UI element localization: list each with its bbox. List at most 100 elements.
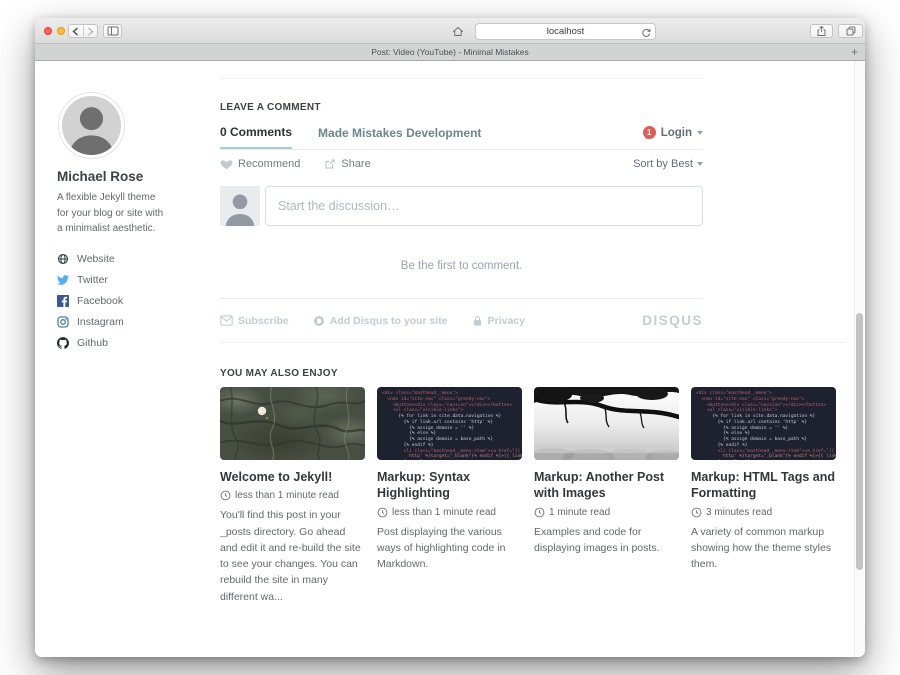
lock-icon xyxy=(472,315,483,327)
active-tab-title[interactable]: Post: Video (YouTube) - Minimal Mistakes xyxy=(371,47,528,57)
home-button[interactable] xyxy=(449,24,467,38)
read-time-label: less than 1 minute read xyxy=(235,490,339,501)
close-window-button[interactable] xyxy=(44,27,52,35)
scrollbar-thumb[interactable] xyxy=(856,313,863,570)
add-disqus-link[interactable]: Add Disqus to your site xyxy=(313,315,448,327)
back-button[interactable] xyxy=(69,25,83,37)
twitter-icon xyxy=(57,274,69,286)
read-time-label: less than 1 minute read xyxy=(392,507,496,518)
author-bio: A flexible Jekyll theme for your blog or… xyxy=(57,190,167,237)
scrollbar-track[interactable] xyxy=(854,61,865,657)
minimize-window-button[interactable] xyxy=(57,27,65,35)
sidebar-link-instagram[interactable]: Instagram xyxy=(57,316,175,328)
post-title[interactable]: Markup: Syntax Highlighting xyxy=(377,469,522,502)
sidebar-toggle-button[interactable] xyxy=(103,24,122,38)
guest-avatar xyxy=(220,186,260,226)
login-label: Login xyxy=(661,127,692,139)
post-read-time: less than 1 minute read xyxy=(377,507,522,518)
disqus-footer-divider xyxy=(220,298,703,299)
sidebar-link-website[interactable]: Website xyxy=(57,253,175,265)
sidebar-link-twitter[interactable]: Twitter xyxy=(57,274,175,286)
post-thumbnail-tree[interactable] xyxy=(534,387,679,460)
login-menu[interactable]: 1 Login xyxy=(643,126,703,148)
forward-button[interactable] xyxy=(83,25,98,37)
sort-label: Sort by Best xyxy=(633,158,693,170)
globe-icon xyxy=(57,253,69,265)
post-title[interactable]: Welcome to Jekyll! xyxy=(220,469,365,485)
related-posts-grid: Welcome to Jekyll! less than 1 minute re… xyxy=(220,387,845,605)
subscribe-label: Subscribe xyxy=(238,315,289,327)
post-read-time: 1 minute read xyxy=(534,507,679,518)
share-icon xyxy=(816,25,827,37)
sidebar-link-github[interactable]: Github xyxy=(57,337,175,349)
privacy-label: Privacy xyxy=(488,315,525,327)
read-time-label: 1 minute read xyxy=(549,507,610,518)
sidebar-link-label: Facebook xyxy=(77,295,123,307)
browser-toolbar: localhost xyxy=(35,18,865,44)
disqus-d-icon xyxy=(313,315,325,327)
foam-texture-graphic xyxy=(220,387,365,460)
post-thumbnail-code[interactable]: <div class="masthead__menu"> <nav id="si… xyxy=(377,387,522,460)
privacy-link[interactable]: Privacy xyxy=(472,315,525,327)
post-read-time: 3 minutes read xyxy=(691,507,836,518)
comment-placeholder: Start the discussion… xyxy=(278,199,400,213)
new-tab-button[interactable]: + xyxy=(851,45,858,59)
sidebar-link-label: Website xyxy=(77,253,115,265)
content-top-divider xyxy=(220,78,703,79)
notification-badge: 1 xyxy=(643,126,656,139)
instagram-icon xyxy=(57,316,69,328)
read-time-label: 3 minutes read xyxy=(706,507,772,518)
clock-icon xyxy=(220,490,231,501)
clock-icon xyxy=(377,507,388,518)
post-thumbnail-foam[interactable] xyxy=(220,387,365,460)
page-content: Michael Rose A flexible Jekyll theme for… xyxy=(35,61,865,657)
heart-icon xyxy=(220,158,233,170)
address-bar[interactable]: localhost xyxy=(475,23,656,40)
comment-input[interactable]: Start the discussion… xyxy=(265,186,703,226)
refresh-button[interactable] xyxy=(640,26,652,44)
sort-by-best-dropdown[interactable]: Sort by Best xyxy=(633,158,703,170)
empty-state-message: Be the first to comment. xyxy=(220,260,703,272)
post-excerpt: A variety of common markup showing how t… xyxy=(691,524,836,573)
home-icon xyxy=(452,26,464,37)
community-link[interactable]: Made Mistakes Development xyxy=(318,126,481,149)
author-links: Website Twitter Facebook xyxy=(57,253,175,349)
tab-overview-button[interactable] xyxy=(838,24,863,38)
forward-icon xyxy=(87,27,94,36)
post-title[interactable]: Markup: Another Post with Images xyxy=(534,469,679,502)
share-comments-button[interactable]: Share xyxy=(324,158,370,170)
sidebar-link-facebook[interactable]: Facebook xyxy=(57,295,175,307)
disqus-footer: Subscribe Add Disqus to your site Privac… xyxy=(220,313,703,328)
disqus-actions: Recommend Share Sort by Best xyxy=(220,158,703,170)
add-disqus-label: Add Disqus to your site xyxy=(330,315,448,327)
person-silhouette-icon xyxy=(220,186,260,226)
subscribe-link[interactable]: Subscribe xyxy=(220,315,289,327)
post-excerpt: Post displaying the various ways of high… xyxy=(377,524,522,573)
post-thumbnail-code[interactable]: <div class="masthead__menu"> <nav id="si… xyxy=(691,387,836,460)
url-text: localhost xyxy=(547,26,585,37)
person-silhouette-icon xyxy=(62,96,121,155)
share-button[interactable] xyxy=(810,24,833,38)
author-sidebar: Michael Rose A flexible Jekyll theme for… xyxy=(57,93,175,358)
tab-bar: Post: Video (YouTube) - Minimal Mistakes… xyxy=(35,44,865,61)
recommend-label: Recommend xyxy=(238,158,300,170)
back-icon xyxy=(72,27,79,36)
post-title[interactable]: Markup: HTML Tags and Formatting xyxy=(691,469,836,502)
share-arrow-icon xyxy=(324,158,336,170)
disqus-logo[interactable]: DISQUS xyxy=(642,313,703,328)
author-name: Michael Rose xyxy=(57,169,175,184)
related-post-card: Markup: Another Post with Images 1 minut… xyxy=(534,387,679,605)
github-icon xyxy=(57,337,69,349)
related-posts-section: YOU MAY ALSO ENJOY xyxy=(220,342,845,605)
facebook-icon xyxy=(57,295,69,307)
recommend-button[interactable]: Recommend xyxy=(220,158,300,170)
sidebar-link-label: Twitter xyxy=(77,274,108,286)
leave-a-comment-heading: LEAVE A COMMENT xyxy=(220,102,703,113)
author-avatar xyxy=(59,93,124,158)
you-may-also-enjoy-heading: YOU MAY ALSO ENJOY xyxy=(220,368,845,379)
comment-count-tab[interactable]: 0 Comments xyxy=(220,125,292,149)
comment-compose-row: Start the discussion… xyxy=(220,186,703,226)
clock-icon xyxy=(534,507,545,518)
post-read-time: less than 1 minute read xyxy=(220,490,365,501)
sidebar-link-label: Github xyxy=(77,337,108,349)
